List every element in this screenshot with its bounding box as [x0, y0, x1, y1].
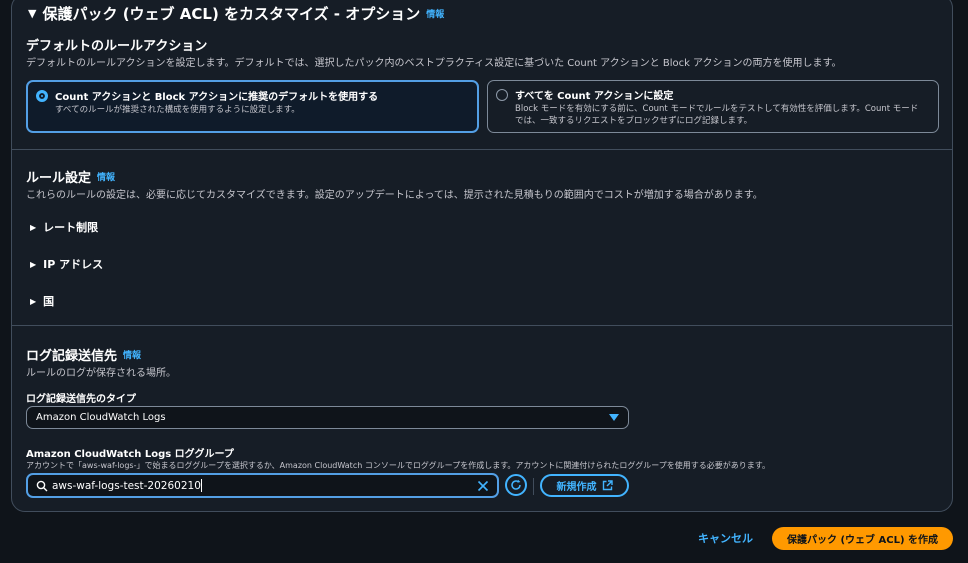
logging-header: ログ記録送信先 情報: [26, 345, 141, 364]
panel-header[interactable]: ▼ 保護パック (ウェブ ACL) をカスタマイズ - オプション 情報: [28, 3, 444, 24]
destination-type-select[interactable]: Amazon CloudWatch Logs: [26, 406, 629, 429]
info-link-rule-settings[interactable]: 情報: [97, 170, 115, 183]
caret-right-icon: ▶: [30, 296, 37, 306]
option-all-count[interactable]: すべてを Count アクションに設定 Block モードを有効にする前に、Co…: [487, 80, 939, 133]
create-new-label: 新規作成: [556, 482, 597, 493]
logging-description: ルールのログが保存される場所。: [26, 368, 176, 379]
page: ▼ 保護パック (ウェブ ACL) をカスタマイズ - オプション 情報 デフォ…: [0, 0, 968, 563]
rule-settings-header: ルール設定 情報: [26, 167, 115, 186]
clear-icon[interactable]: [477, 480, 489, 492]
create-protection-pack-button[interactable]: 保護パック (ウェブ ACL) を作成: [772, 527, 953, 550]
expander-label: レート制限: [43, 221, 99, 234]
option-label: すべてを Count アクションに設定: [515, 91, 674, 102]
destination-type-value: Amazon CloudWatch Logs: [36, 412, 166, 423]
log-group-hint: アカウントで「aws-waf-logs-」で始まるロググループを選択するか、Am…: [26, 461, 770, 470]
divider: [533, 478, 534, 495]
rule-settings-description: これらのルールの設定は、必要に応じてカスタマイズできます。設定のアップデートによ…: [26, 190, 763, 201]
refresh-icon: [510, 479, 522, 491]
search-icon: [36, 480, 48, 492]
log-group-search[interactable]: aws-waf-logs-test-20260210: [26, 473, 499, 498]
create-new-button[interactable]: 新規作成: [540, 474, 629, 497]
option-recommended-defaults[interactable]: Count アクションと Block アクションに推奨のデフォルトを使用する す…: [26, 80, 479, 133]
panel-title: 保護パック (ウェブ ACL) をカスタマイズ - オプション: [42, 5, 421, 23]
caret-right-icon: ▶: [30, 222, 37, 232]
logging-title: ログ記録送信先: [26, 349, 118, 364]
destination-type-label: ログ記録送信先のタイプ: [26, 394, 136, 405]
radio-selected[interactable]: [36, 90, 48, 102]
info-link-header[interactable]: 情報: [426, 7, 444, 20]
expander-ip-address[interactable]: ▶ IP アドレス: [30, 256, 103, 272]
option-label: Count アクションと Block アクションに推奨のデフォルトを使用する: [55, 92, 379, 103]
radio-unselected[interactable]: [496, 89, 508, 101]
text-cursor: [200, 479, 202, 492]
expander-label: 国: [43, 295, 55, 308]
default-action-description: デフォルトのルールアクションを設定します。デフォルトでは、選択したパック内のベス…: [26, 58, 842, 69]
divider: [12, 325, 952, 326]
info-link-logging[interactable]: 情報: [123, 348, 141, 361]
refresh-button[interactable]: [505, 474, 527, 496]
customize-panel: ▼ 保護パック (ウェブ ACL) をカスタマイズ - オプション 情報 デフォ…: [11, 0, 953, 512]
caret-right-icon: ▶: [30, 259, 37, 269]
external-link-icon: [602, 480, 613, 491]
rule-settings-title: ルール設定: [26, 171, 92, 186]
expander-rate-limit[interactable]: ▶ レート制限: [30, 219, 98, 235]
cancel-button[interactable]: キャンセル: [698, 530, 753, 546]
search-input[interactable]: aws-waf-logs-test-20260210: [52, 480, 201, 492]
expander-country[interactable]: ▶ 国: [30, 293, 54, 309]
caret-down-icon: [609, 414, 619, 421]
caret-down-icon[interactable]: ▼: [28, 8, 36, 19]
expander-label: IP アドレス: [43, 258, 104, 271]
default-action-title: デフォルトのルールアクション: [26, 39, 208, 54]
option-description-line2: では、一致するリクエストをブロックせずにログ記録します。: [515, 116, 753, 126]
option-description-line1: Block モードを有効にする前に、Count モードでルールをテストして有効性…: [515, 104, 919, 114]
divider: [12, 149, 952, 150]
log-group-label: Amazon CloudWatch Logs ロググループ: [26, 449, 234, 460]
option-description: すべてのルールが推奨された構成を使用するように設定します。: [55, 105, 300, 115]
